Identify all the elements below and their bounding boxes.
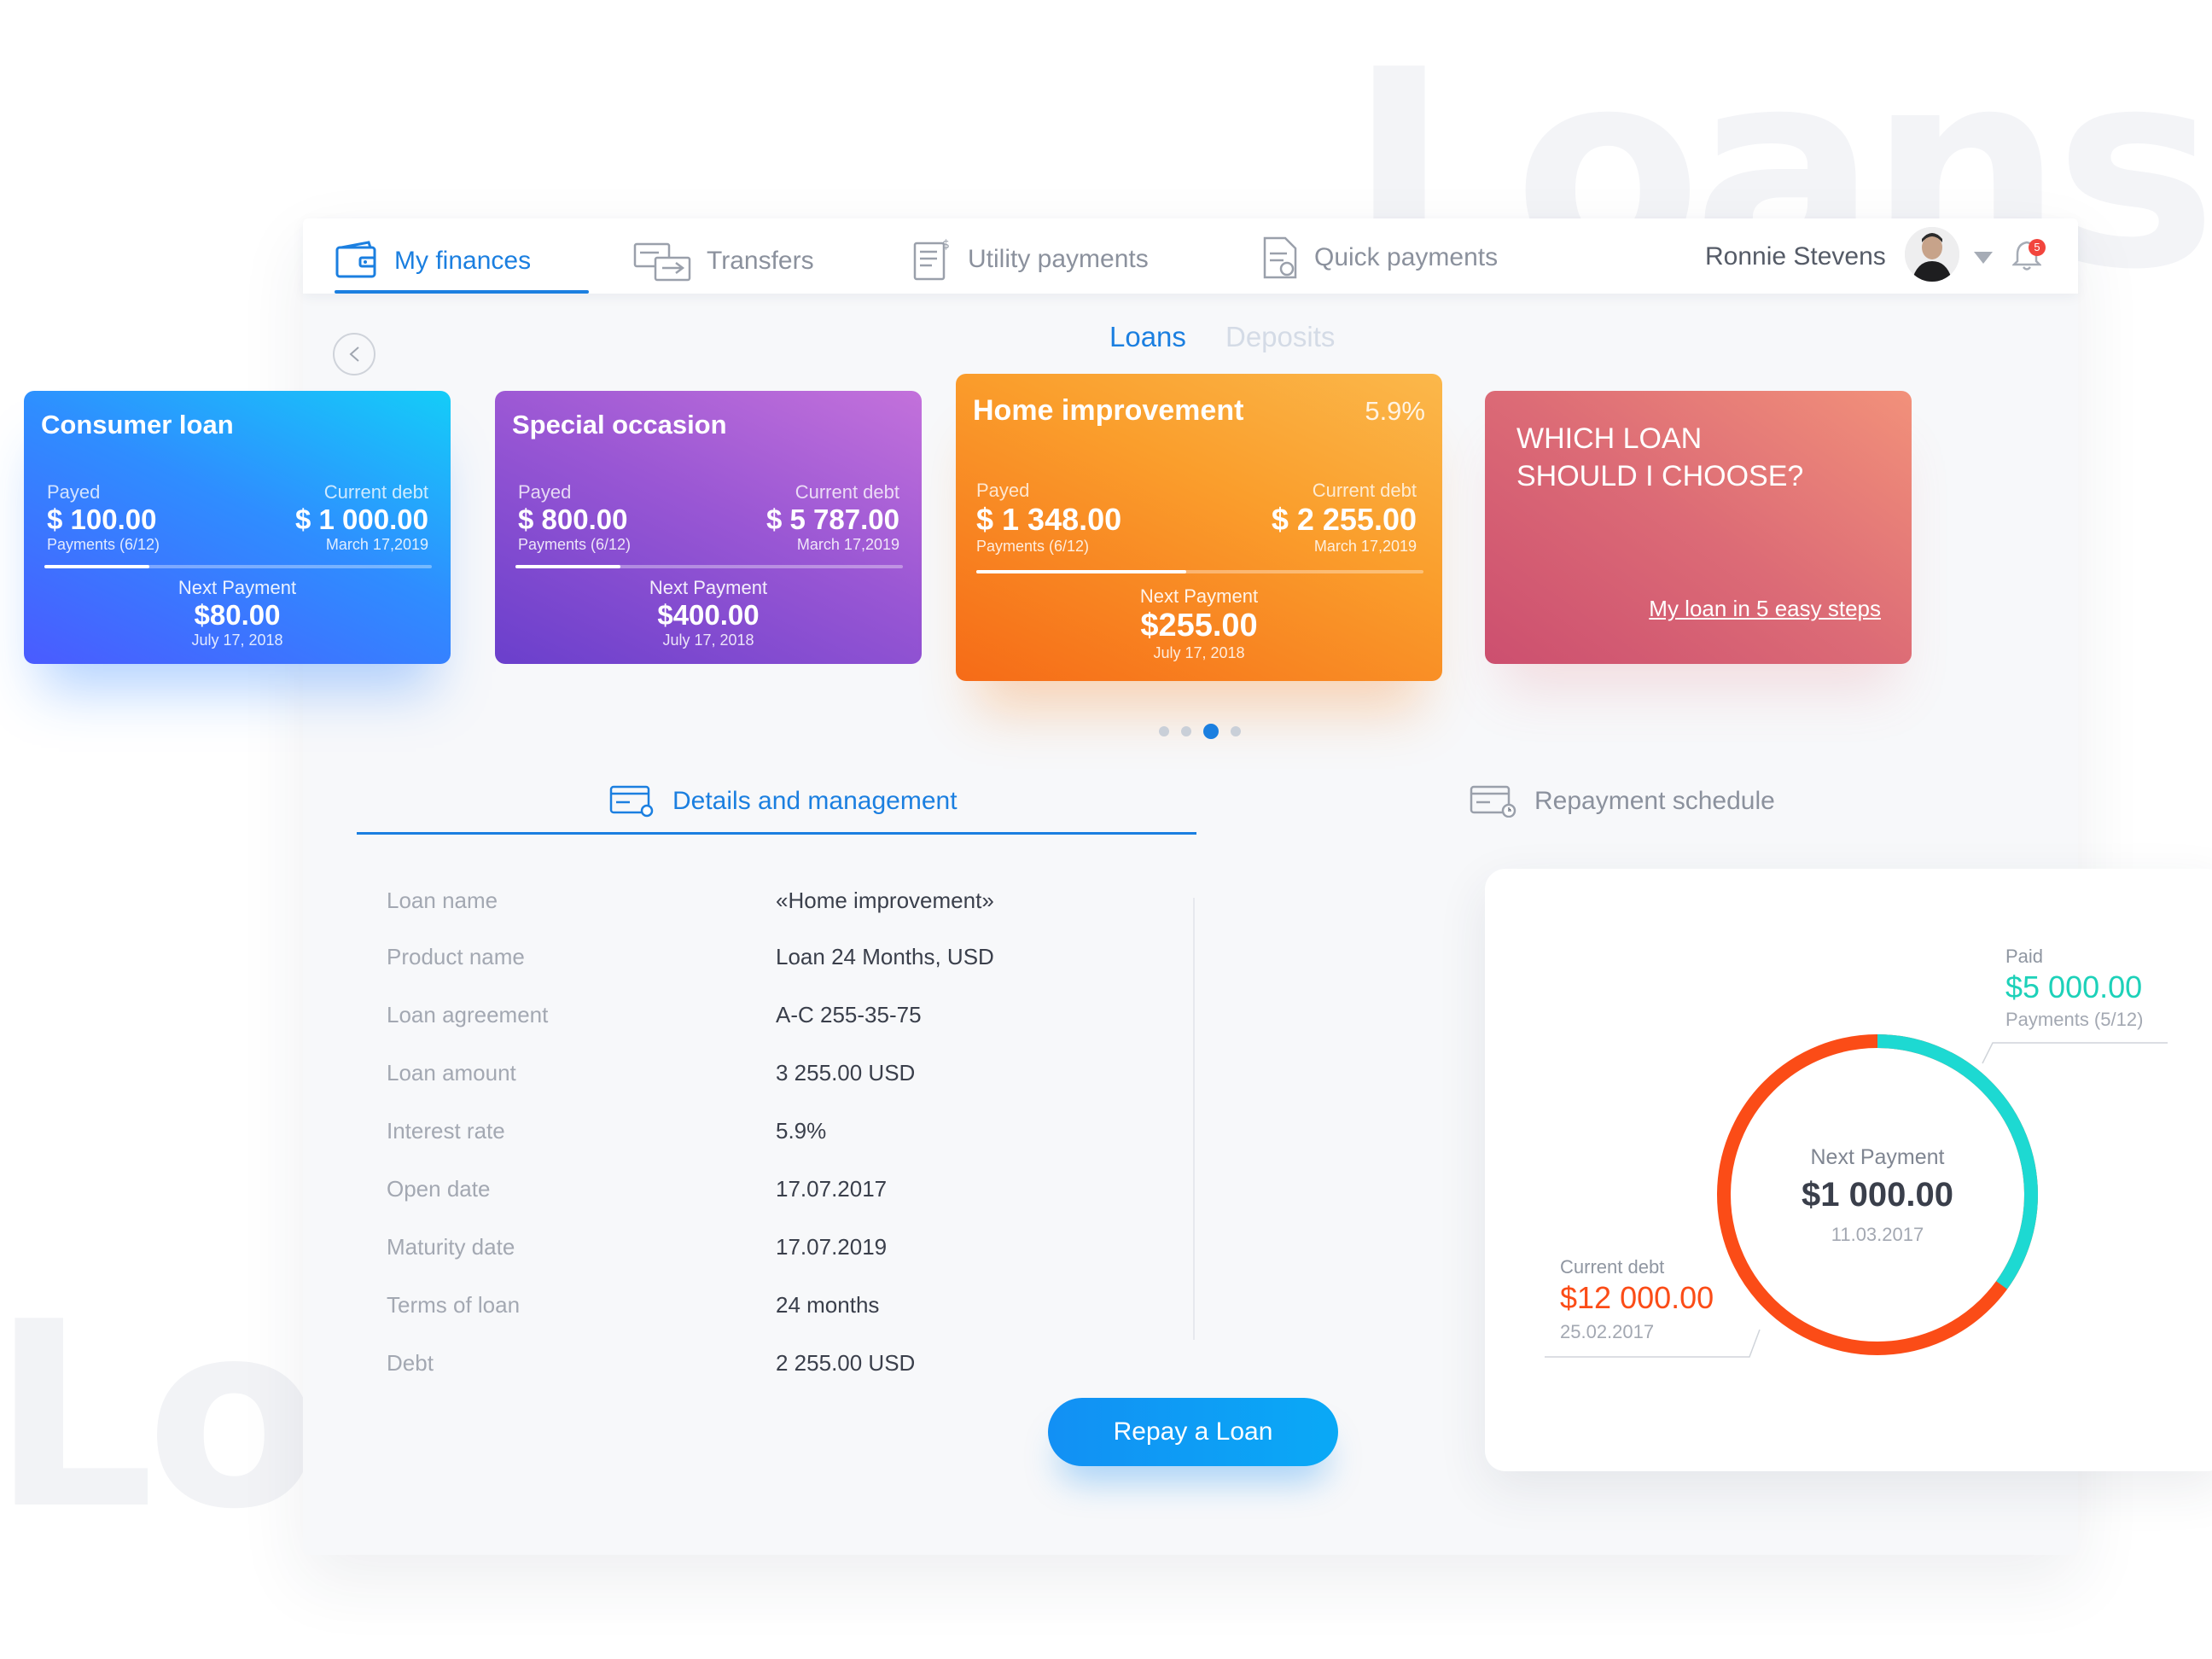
donut-center-label: Next Payment	[1810, 1145, 1945, 1169]
payment-donut-chart	[1545, 1034, 2168, 1358]
debt-label: Current debt	[1560, 1256, 1665, 1278]
donut-center-amount: $1 000.00	[1802, 1176, 1953, 1214]
paid-leader-line	[1982, 1042, 2168, 1064]
paid-label: Paid	[2005, 946, 2044, 967]
paid-payments: Payments (5/12)	[2005, 1009, 2144, 1030]
debt-date: 25.02.2017	[1560, 1321, 1655, 1342]
debt-amount: $12 000.00	[1560, 1280, 1714, 1315]
paid-amount: $5 000.00	[2005, 969, 2143, 1004]
donut-center-date: 11.03.2017	[1831, 1224, 1924, 1245]
